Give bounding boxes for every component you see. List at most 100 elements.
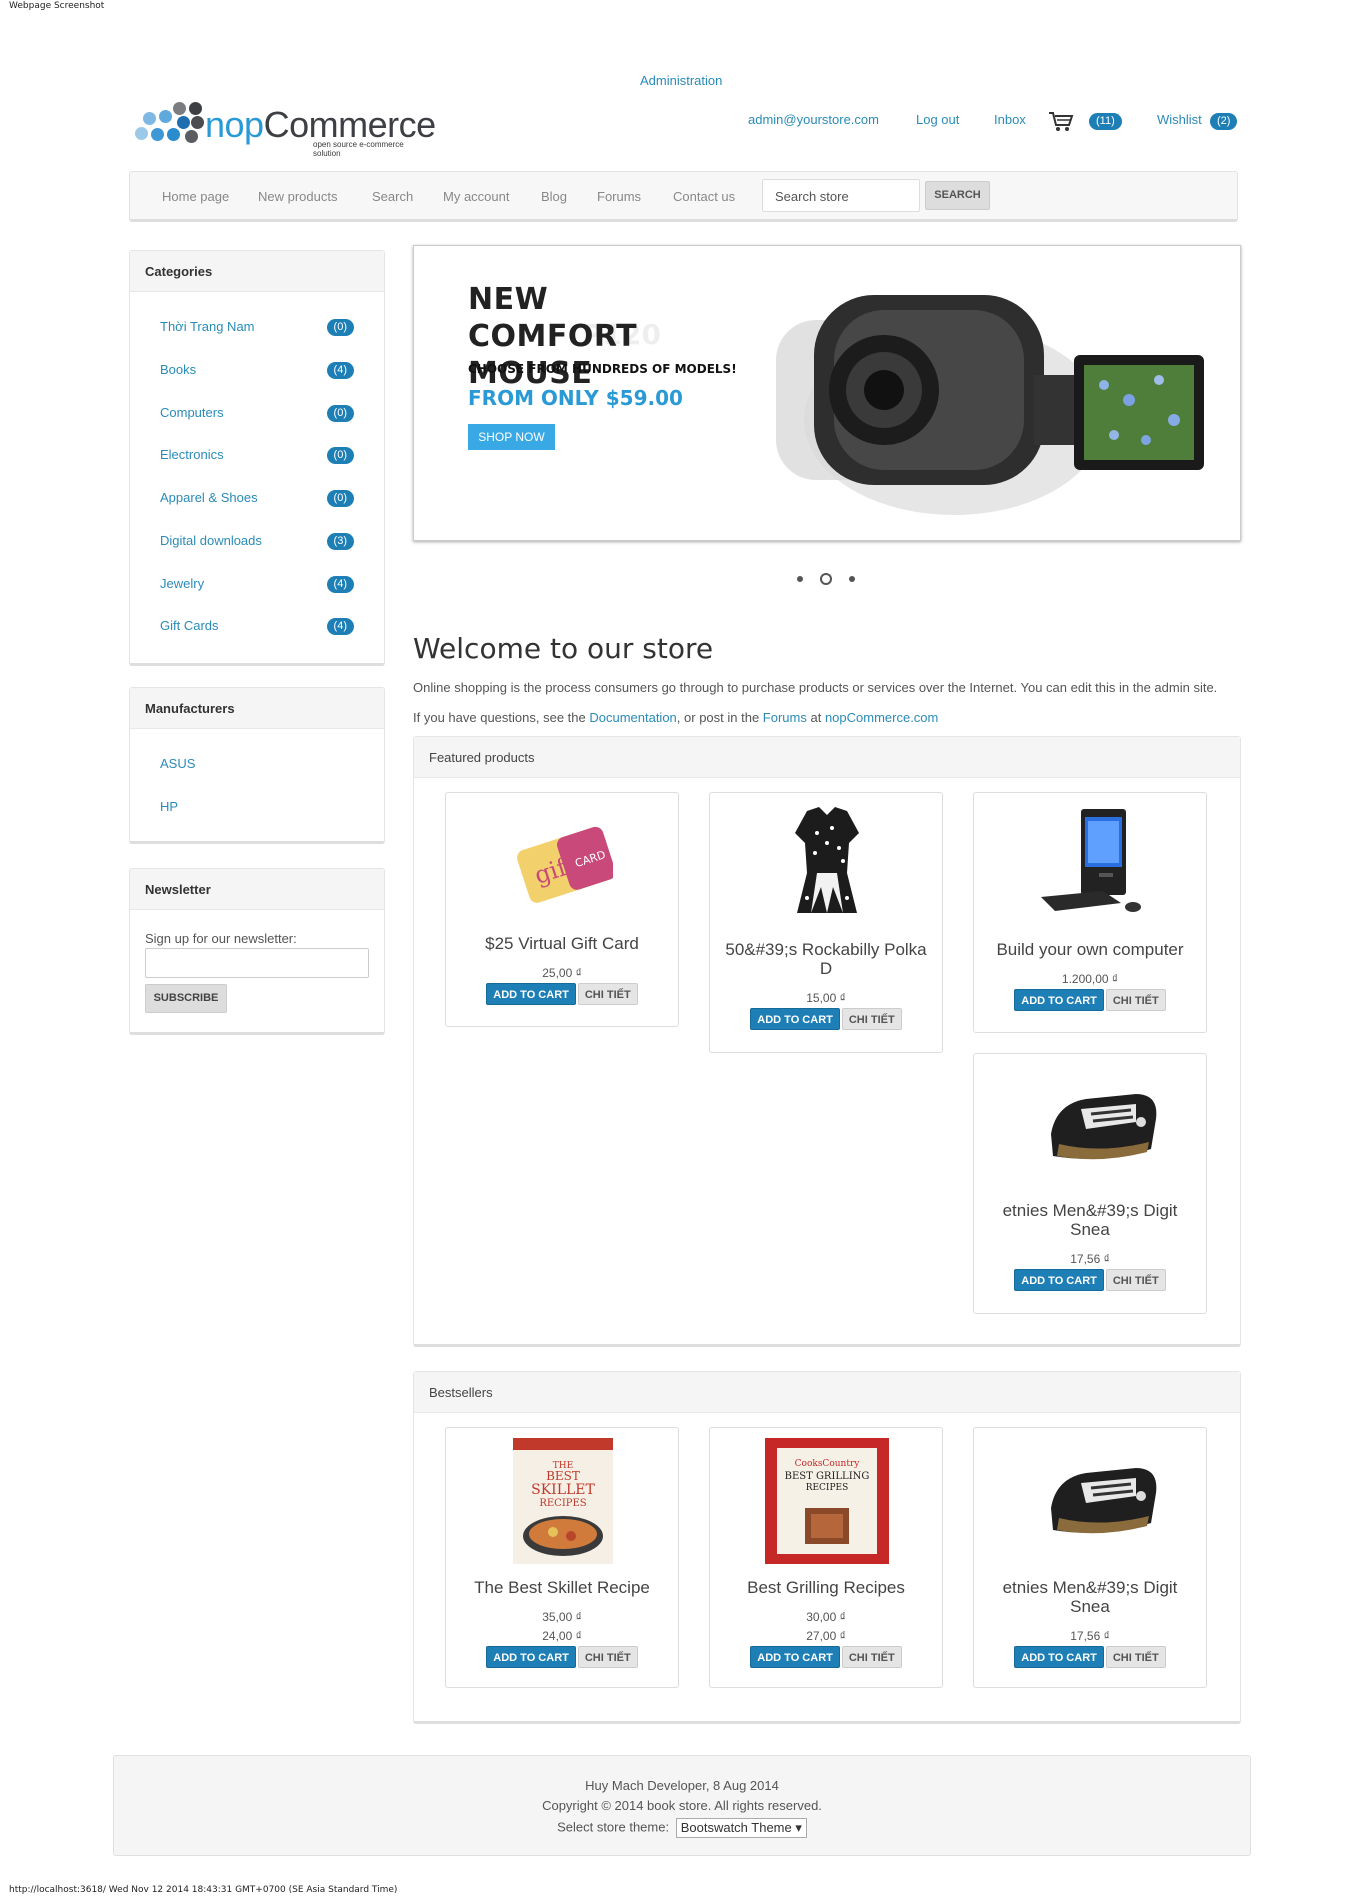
home-slider[interactable]: P120 NEW COMFORT MOUSE CHOOSE FROM HUNDR…	[413, 245, 1241, 541]
cart-icon[interactable]	[1048, 110, 1074, 132]
product-old-price: 30,00 ₫	[806, 1610, 846, 1624]
nav-contact-us[interactable]: Contact us	[673, 189, 735, 204]
product-price: 1.200,00 ₫	[1061, 972, 1119, 986]
details-button[interactable]: CHI TIẾT	[577, 983, 638, 1005]
category-link[interactable]: Gift Cards	[160, 618, 219, 633]
computer-image[interactable]	[1041, 803, 1141, 913]
product-price: 24,00 ₫	[542, 1629, 582, 1643]
product-old-price: 35,00 ₫	[542, 1610, 582, 1624]
category-count-badge: (0)	[326, 447, 354, 464]
manufacturer-link[interactable]: ASUS	[160, 756, 195, 771]
logo-dot	[189, 102, 202, 115]
newsletter-label: Sign up for our newsletter:	[145, 931, 297, 946]
logo-dot	[173, 102, 186, 115]
logo-dot	[135, 127, 148, 140]
nopcommerce-link[interactable]: nopCommerce.com	[825, 710, 938, 725]
category-link[interactable]: Apparel & Shoes	[160, 490, 258, 505]
add-to-cart-button[interactable]: ADD TO CART	[750, 1646, 840, 1668]
featured-products-panel: Featured products gift CARD $25 Virtual …	[413, 736, 1241, 1347]
logo-dot	[185, 130, 198, 143]
svg-text:CooksCountry: CooksCountry	[795, 1459, 861, 1469]
logo-dot	[177, 116, 190, 129]
wishlist-count-badge[interactable]: (2)	[1210, 113, 1238, 130]
slider-dot[interactable]	[849, 576, 855, 582]
category-link[interactable]: Electronics	[160, 447, 224, 462]
inbox-link[interactable]: Inbox	[994, 112, 1026, 127]
slider-dot[interactable]	[797, 576, 803, 582]
account-link[interactable]: admin@yourstore.com	[748, 112, 879, 127]
product-card: etnies Men&#39;s Digit Snea 17,56 ₫ ADD …	[973, 1427, 1207, 1688]
product-name[interactable]: Best Grilling Recipes	[720, 1578, 932, 1597]
add-to-cart-button[interactable]: ADD TO CART	[1014, 1646, 1104, 1668]
product-name[interactable]: 50&#39;s Rockabilly Polka D	[720, 940, 932, 978]
category-link[interactable]: Digital downloads	[160, 533, 262, 548]
categories-title: Categories	[130, 251, 384, 292]
category-link[interactable]: Jewelry	[160, 576, 204, 591]
details-button[interactable]: CHI TIẾT	[577, 1646, 638, 1668]
add-to-cart-button[interactable]: ADD TO CART	[750, 1008, 840, 1030]
product-name[interactable]: etnies Men&#39;s Digit Snea	[984, 1201, 1196, 1239]
category-link[interactable]: Books	[160, 362, 196, 377]
product-card: etnies Men&#39;s Digit Snea 17,56 ₫ ADD …	[973, 1053, 1207, 1314]
svg-text:BEST GRILLING: BEST GRILLING	[785, 1471, 870, 1482]
details-button[interactable]: CHI TIẾT	[841, 1646, 902, 1668]
nav-my-account[interactable]: My account	[443, 189, 509, 204]
logo[interactable]: nopCommerce open source e-commerce solut…	[133, 100, 436, 158]
gift-card-image[interactable]: gift CARD	[513, 803, 616, 913]
subscribe-button[interactable]: SUBSCRIBE	[145, 984, 227, 1013]
details-button[interactable]: CHI TIẾT	[1105, 1269, 1166, 1291]
screenshot-caption: Webpage Screenshot	[9, 1, 105, 11]
nav-new-products[interactable]: New products	[258, 189, 337, 204]
welcome-intro: Online shopping is the process consumers…	[413, 680, 1218, 695]
administration-link[interactable]: Administration	[640, 73, 722, 88]
grilling-book-image[interactable]: CooksCountry BEST GRILLING RECIPES	[765, 1438, 889, 1564]
add-to-cart-button[interactable]: ADD TO CART	[1014, 989, 1104, 1011]
product-name[interactable]: $25 Virtual Gift Card	[456, 934, 668, 953]
category-count-badge: (4)	[326, 362, 354, 379]
svg-text:BEST: BEST	[546, 1469, 580, 1483]
documentation-link[interactable]: Documentation	[589, 710, 676, 725]
nav-blog[interactable]: Blog	[541, 189, 567, 204]
logo-tagline: open source e-commerce solution	[313, 140, 404, 158]
polka-dress-image[interactable]	[777, 803, 877, 913]
details-button[interactable]: CHI TIẾT	[841, 1008, 902, 1030]
cart-count-badge[interactable]: (11)	[1089, 113, 1122, 130]
shop-now-button[interactable]: SHOP NOW	[468, 424, 555, 450]
nav-forums[interactable]: Forums	[597, 189, 641, 204]
forums-link[interactable]: Forums	[763, 710, 807, 725]
category-link[interactable]: Computers	[160, 405, 224, 420]
newsletter-email-input[interactable]	[145, 948, 369, 978]
categories-block: Categories Thời Trang Nam (0) Books (4) …	[129, 250, 385, 666]
product-name[interactable]: The Best Skillet Recipe	[456, 1578, 668, 1597]
product-price: 17,56 ₫	[1070, 1252, 1110, 1266]
product-actions: ADD TO CART CHI TIẾT	[974, 1646, 1206, 1668]
sneaker-image[interactable]	[1041, 1438, 1157, 1548]
nav-search[interactable]: Search	[372, 189, 413, 204]
theme-select[interactable]: Bootswatch Theme ▾	[675, 1818, 807, 1838]
product-card: 50&#39;s Rockabilly Polka D 15,00 ₫ ADD …	[709, 792, 943, 1053]
slider-dot-active[interactable]	[820, 573, 832, 585]
product-name[interactable]: etnies Men&#39;s Digit Snea	[984, 1578, 1196, 1616]
logout-link[interactable]: Log out	[916, 112, 959, 127]
footer-developer: Huy Mach Developer, 8 Aug 2014	[585, 1778, 779, 1793]
skillet-book-image[interactable]: THE BEST SKILLET RECIPES	[513, 1438, 613, 1564]
search-input[interactable]: Search store	[762, 179, 920, 212]
logo-dot	[167, 128, 180, 141]
manufacturer-link[interactable]: HP	[160, 799, 178, 814]
details-button[interactable]: CHI TIẾT	[1105, 989, 1166, 1011]
wishlist-link[interactable]: Wishlist	[1157, 112, 1202, 127]
product-actions: ADD TO CART CHI TIẾT	[710, 1008, 942, 1030]
category-link[interactable]: Thời Trang Nam	[160, 319, 255, 334]
product-price: 27,00 ₫	[806, 1629, 846, 1643]
details-button[interactable]: CHI TIẾT	[1105, 1646, 1166, 1668]
add-to-cart-button[interactable]: ADD TO CART	[1014, 1269, 1104, 1291]
search-button[interactable]: SEARCH	[925, 181, 990, 210]
bestsellers-title: Bestsellers	[414, 1372, 1240, 1413]
add-to-cart-button[interactable]: ADD TO CART	[486, 983, 576, 1005]
product-name[interactable]: Build your own computer	[984, 940, 1196, 959]
add-to-cart-button[interactable]: ADD TO CART	[486, 1646, 576, 1668]
sneaker-image[interactable]	[1041, 1064, 1157, 1174]
newsletter-title: Newsletter	[130, 869, 384, 910]
nav-home[interactable]: Home page	[162, 189, 229, 204]
logo-dot	[191, 116, 204, 129]
